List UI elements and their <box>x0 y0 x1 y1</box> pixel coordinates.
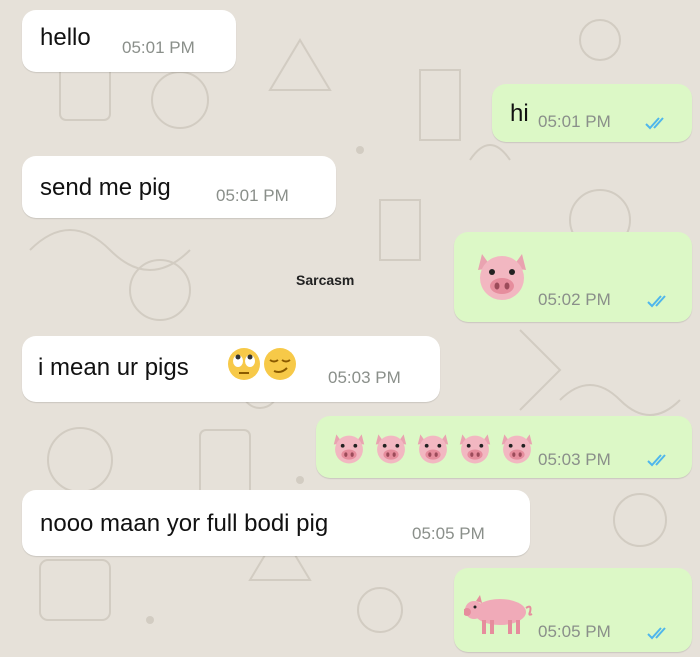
message-bubble-outgoing[interactable]: 05:02 PM <box>454 232 692 322</box>
message-timestamp: 05:03 PM <box>538 450 611 469</box>
pig-face-emoji-icon <box>417 434 449 464</box>
pig-emoji-icon <box>464 595 533 634</box>
pig-face-emoji-icon <box>333 434 365 464</box>
message-bubble-incoming[interactable]: nooo maan yor full bodi pig 05:05 PM <box>22 490 530 556</box>
message-bubble-incoming[interactable]: hello 05:01 PM <box>22 10 236 72</box>
pig-face-emoji-icon <box>459 434 491 464</box>
message-timestamp: 05:01 PM <box>216 186 289 205</box>
face-with-rolling-eyes-emoji-icon <box>228 348 260 380</box>
message-timestamp: 05:02 PM <box>538 290 611 309</box>
message-bubble-outgoing[interactable]: 05:03 PM <box>316 416 692 478</box>
watermark-label: Sarcasm <box>296 272 355 288</box>
message-text: hello <box>40 24 91 51</box>
read-receipt-icon <box>647 454 666 467</box>
pig-face-emoji-icon <box>478 254 526 300</box>
pig-face-emoji-icon <box>375 434 407 464</box>
message-bubble-incoming[interactable]: send me pig 05:01 PM <box>22 156 336 218</box>
message-text: send me pig <box>40 174 171 201</box>
message-bubble-outgoing[interactable]: 05:05 PM <box>454 568 692 652</box>
read-receipt-icon <box>645 117 664 130</box>
message-timestamp: 05:01 PM <box>538 112 611 131</box>
message-timestamp: 05:03 PM <box>328 368 401 387</box>
message-timestamp: 05:05 PM <box>412 524 485 543</box>
pig-face-emoji-icon <box>501 434 533 464</box>
message-timestamp: 05:05 PM <box>538 622 611 641</box>
message-bubble-outgoing[interactable]: hi 05:01 PM <box>492 84 692 142</box>
message-text: nooo maan yor full bodi pig <box>40 510 329 537</box>
message-timestamp: 05:01 PM <box>122 38 195 57</box>
read-receipt-icon <box>647 295 666 308</box>
read-receipt-icon <box>647 627 666 640</box>
message-bubble-incoming[interactable]: i mean ur pigs 05:03 PM <box>22 336 440 402</box>
message-text: i mean ur pigs <box>38 354 189 381</box>
message-text: hi <box>510 100 529 127</box>
smirking-face-emoji-icon <box>264 348 296 380</box>
